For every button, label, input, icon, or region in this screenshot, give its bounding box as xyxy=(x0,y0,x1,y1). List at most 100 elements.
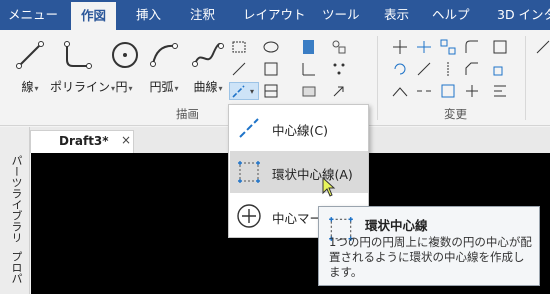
svg-text:▾: ▾ xyxy=(250,87,254,96)
xline-icon xyxy=(232,62,246,76)
arc-label: 円弧 xyxy=(149,80,174,94)
break-icon xyxy=(417,90,431,92)
offset-icon xyxy=(493,40,507,54)
scale-icon xyxy=(493,66,503,76)
more-tool[interactable] xyxy=(534,38,550,56)
centerline-tool[interactable]: ▾ xyxy=(229,82,259,100)
trim-icon xyxy=(417,41,431,53)
tab-help[interactable]: ヘルプ xyxy=(432,0,470,30)
curve-button[interactable]: 曲線▾ xyxy=(190,38,226,95)
rotate-icon xyxy=(394,63,406,75)
chevron-down-icon: ▾ xyxy=(174,84,179,93)
circle-icon xyxy=(112,42,138,68)
curve-label: 曲線 xyxy=(193,80,218,94)
tab-insert[interactable]: 挿入 xyxy=(136,0,161,30)
tab-view[interactable]: 表示 xyxy=(384,0,409,30)
explode-tool[interactable] xyxy=(463,82,481,100)
menu-bar: メニュー 作図 挿入 注釈 レイアウト ツール 表示 ヘルプ 3D インター xyxy=(0,0,550,30)
rectangle-icon xyxy=(232,41,246,53)
array-icon xyxy=(440,39,456,55)
tooltip-title: 環状中心線 xyxy=(365,218,428,233)
dots-icon xyxy=(333,63,345,75)
xline-tool[interactable] xyxy=(230,60,248,78)
tab-layout[interactable]: レイアウト xyxy=(243,0,306,30)
ellipse-icon xyxy=(263,41,279,53)
centerline-icon xyxy=(239,118,259,138)
stretch-tool[interactable] xyxy=(391,82,409,100)
align-tool[interactable] xyxy=(491,82,509,100)
circular-centerline-icon xyxy=(238,161,260,183)
hatch-tool[interactable] xyxy=(300,38,318,56)
menu-item-label: 中心線(C) xyxy=(272,123,328,138)
chamfer-tool[interactable] xyxy=(463,60,481,78)
line-icon xyxy=(16,41,44,69)
parts-library-tab[interactable]: パーツライブラリ xyxy=(8,155,24,243)
tooltip: 環状中心線 1つの円の円周上に複数の円の中心が配置されるように環状の中心線を作成… xyxy=(318,206,540,286)
move-icon xyxy=(393,40,407,54)
chevron-down-icon: ▾ xyxy=(128,84,133,93)
dots-tool[interactable] xyxy=(330,60,348,78)
region-icon xyxy=(264,62,278,76)
align-icon xyxy=(494,85,506,97)
shapes-tool[interactable] xyxy=(330,38,348,56)
solid-tool[interactable] xyxy=(300,82,318,100)
arrow-icon xyxy=(333,86,344,97)
polyline-button[interactable]: ポリライン▾ xyxy=(50,38,115,95)
centerline-icon: ▾ xyxy=(232,85,254,98)
shapes-icon xyxy=(332,40,346,54)
stretch-icon xyxy=(392,87,408,97)
table-icon xyxy=(264,84,278,98)
rotate-tool[interactable] xyxy=(391,60,409,78)
join-tool[interactable] xyxy=(439,82,457,100)
move-tool[interactable] xyxy=(391,38,409,56)
document-tab[interactable]: Draft3* × xyxy=(30,130,134,153)
divider xyxy=(525,36,526,120)
arrow-tool[interactable] xyxy=(330,82,348,100)
ellipse-tool[interactable] xyxy=(262,38,280,56)
break-tool[interactable] xyxy=(415,82,433,100)
extend-icon xyxy=(417,62,431,76)
join-icon xyxy=(441,84,455,98)
polyline-label: ポリライン xyxy=(50,80,111,94)
menu-item-centerline[interactable]: 中心線(C) xyxy=(230,107,368,149)
divider xyxy=(377,36,378,120)
center-mark-icon xyxy=(237,204,261,228)
document-tab-title: Draft3* xyxy=(59,134,109,148)
angle-tool[interactable] xyxy=(300,60,318,78)
mouse-cursor-icon xyxy=(322,177,336,197)
polyline-icon xyxy=(64,41,92,69)
hatch-icon xyxy=(303,40,314,54)
rectangle-tool[interactable] xyxy=(230,38,248,56)
explode-icon xyxy=(466,85,478,97)
menu-item-label: 環状中心線(A) xyxy=(272,167,353,182)
curve-icon xyxy=(192,42,224,67)
close-icon[interactable]: × xyxy=(121,133,131,147)
tooltip-description: 1つの円の円周上に複数の円の中心が配置されるように環状の中心線を作成します。 xyxy=(329,235,532,279)
table-tool[interactable] xyxy=(262,82,280,100)
fillet-tool[interactable] xyxy=(463,38,481,56)
offset-tool[interactable] xyxy=(491,38,509,56)
group-label-modify: 変更 xyxy=(444,107,467,121)
extend-tool[interactable] xyxy=(415,60,433,78)
circle-label: 円 xyxy=(115,80,128,94)
tab-3d-interface[interactable]: 3D インター xyxy=(497,0,550,30)
array-tool[interactable] xyxy=(439,38,457,56)
tab-menu[interactable]: メニュー xyxy=(8,0,58,30)
tab-tools[interactable]: ツール xyxy=(322,0,360,30)
chamfer-icon xyxy=(465,62,478,75)
mirror-tool[interactable] xyxy=(439,60,457,78)
arc-button[interactable]: 円弧▾ xyxy=(146,38,182,95)
mirror-icon xyxy=(447,62,449,76)
tab-draw[interactable]: 作図 xyxy=(71,0,117,30)
region-tool[interactable] xyxy=(262,60,280,78)
menu-item-circular-centerline[interactable]: 環状中心線(A) xyxy=(230,151,368,197)
chevron-down-icon: ▾ xyxy=(34,84,39,93)
chevron-down-icon: ▾ xyxy=(218,84,223,93)
circle-button[interactable]: 円▾ xyxy=(108,38,140,95)
scale-tool[interactable] xyxy=(491,60,509,78)
properties-tab[interactable]: プロパ xyxy=(8,251,24,284)
line-button[interactable]: 線▾ xyxy=(12,38,48,95)
trim-tool[interactable] xyxy=(415,38,433,56)
tab-annotate[interactable]: 注釈 xyxy=(190,0,215,30)
side-panel: パーツライブラリ プロパ xyxy=(0,127,30,294)
